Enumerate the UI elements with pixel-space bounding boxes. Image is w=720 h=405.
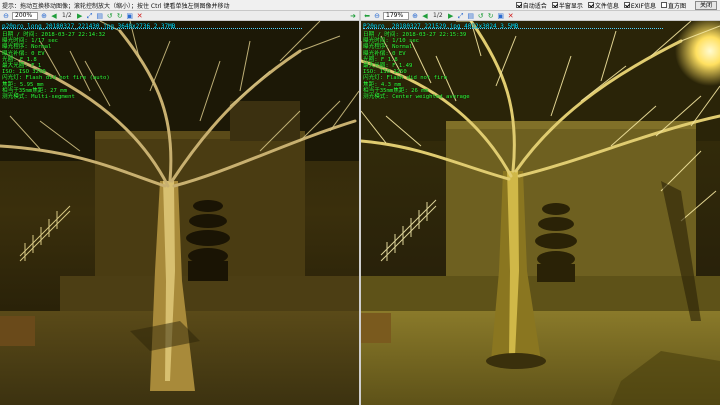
left-page-indicator: 1/2: [62, 12, 72, 19]
half-window-checkbox[interactable]: [551, 2, 558, 8]
prev-image-icon[interactable]: ◀: [421, 12, 429, 20]
exif-line: 闪光灯: Flash did not fire (auto): [2, 75, 110, 82]
remove-image-icon[interactable]: ✕: [507, 12, 515, 20]
right-page-indicator: 1/2: [433, 12, 443, 19]
option-exif-info[interactable]: EXIF信息: [623, 1, 656, 10]
option-label: EXIF信息: [630, 2, 656, 10]
zoom-in-icon[interactable]: ⊕: [411, 12, 419, 20]
prev-image-icon[interactable]: ◀: [50, 12, 58, 20]
zoom-out-icon[interactable]: ⊖: [2, 12, 10, 20]
zoom-in-icon[interactable]: ⊕: [40, 12, 48, 20]
fit-window-icon[interactable]: ⤢: [457, 12, 465, 20]
right-info-separator: [363, 28, 663, 29]
option-auto-fit[interactable]: 自动适合: [515, 1, 547, 10]
right-exif-info: 日期 / 时间: 2018-03-27 22:15:39 曝光时间: 1/10 …: [363, 32, 470, 100]
next-image-icon[interactable]: ▶: [447, 12, 455, 20]
histogram-checkbox[interactable]: [660, 2, 667, 8]
fit-window-icon[interactable]: ⤢: [86, 12, 94, 20]
auto-fit-checkbox[interactable]: [515, 2, 522, 8]
zoom-out-icon[interactable]: ⊖: [373, 12, 381, 20]
option-label: 文件信息: [594, 2, 619, 10]
rotate-right-icon[interactable]: ↻: [116, 12, 124, 20]
left-exif-info: 日期 / 时间: 2018-03-27 22:14:32 曝光时间: 1/17 …: [2, 32, 110, 100]
rotate-left-icon[interactable]: ↺: [106, 12, 114, 20]
left-pane-toolbar: ⊖ 200% ⊕ ◀ 1/2 ▶ ⤢ ▤ ↺ ↻ ▣ ✕ ➜: [0, 11, 359, 21]
folder-icon[interactable]: ▤: [96, 12, 104, 20]
close-button[interactable]: 关闭: [694, 0, 717, 10]
rotate-left-icon[interactable]: ↺: [477, 12, 485, 20]
option-histogram[interactable]: 直方图: [660, 1, 686, 10]
exif-line: 测光模式: Multi-segment: [2, 94, 75, 101]
right-pane-toolbar: ⬅ ⊖ 179% ⊕ ◀ 1/2 ▶ ⤢ ▤ ↺ ↻ ▣ ✕: [361, 11, 720, 21]
open-file-icon[interactable]: ▣: [497, 12, 505, 20]
sync-left-arrow-icon[interactable]: ⬅: [363, 12, 371, 20]
right-image-pane[interactable]: ⬅ ⊖ 179% ⊕ ◀ 1/2 ▶ ⤢ ▤ ↺ ↻ ▣ ✕ P20pro__2…: [361, 11, 720, 405]
remove-image-icon[interactable]: ✕: [136, 12, 144, 20]
usage-hint: 提示：拖动互换移动图像；滚轮控制放大（缩小）；按住 Ctrl 键看单独左侧图像并…: [2, 2, 230, 10]
rotate-right-icon[interactable]: ↻: [487, 12, 495, 20]
next-image-icon[interactable]: ▶: [76, 12, 84, 20]
open-file-icon[interactable]: ▣: [126, 12, 134, 20]
sync-right-arrow-icon[interactable]: ➜: [350, 12, 356, 20]
right-zoom-select[interactable]: 179%: [383, 11, 409, 20]
exif-line: 测光模式: Center weighted average: [363, 94, 470, 101]
display-options: 自动适合 半窗显示 文件信息 EXIF信息 直方图 关闭: [515, 0, 720, 10]
top-bar: 提示：拖动互换移动图像；滚轮控制放大（缩小）；按住 Ctrl 键看单独左侧图像并…: [0, 0, 720, 11]
option-label: 直方图: [667, 2, 686, 10]
file-info-checkbox[interactable]: [587, 2, 594, 8]
left-zoom-select[interactable]: 200%: [12, 11, 38, 20]
left-image-pane[interactable]: ⊖ 200% ⊕ ◀ 1/2 ▶ ⤢ ▤ ↺ ↻ ▣ ✕ ➜ p20pro_lo…: [0, 11, 359, 405]
option-label: 半窗显示: [558, 2, 583, 10]
left-info-separator: [2, 28, 302, 29]
folder-icon[interactable]: ▤: [467, 12, 475, 20]
exif-info-checkbox[interactable]: [623, 2, 630, 8]
option-file-info[interactable]: 文件信息: [587, 1, 619, 10]
option-label: 自动适合: [522, 2, 547, 10]
option-half-window[interactable]: 半窗显示: [551, 1, 583, 10]
